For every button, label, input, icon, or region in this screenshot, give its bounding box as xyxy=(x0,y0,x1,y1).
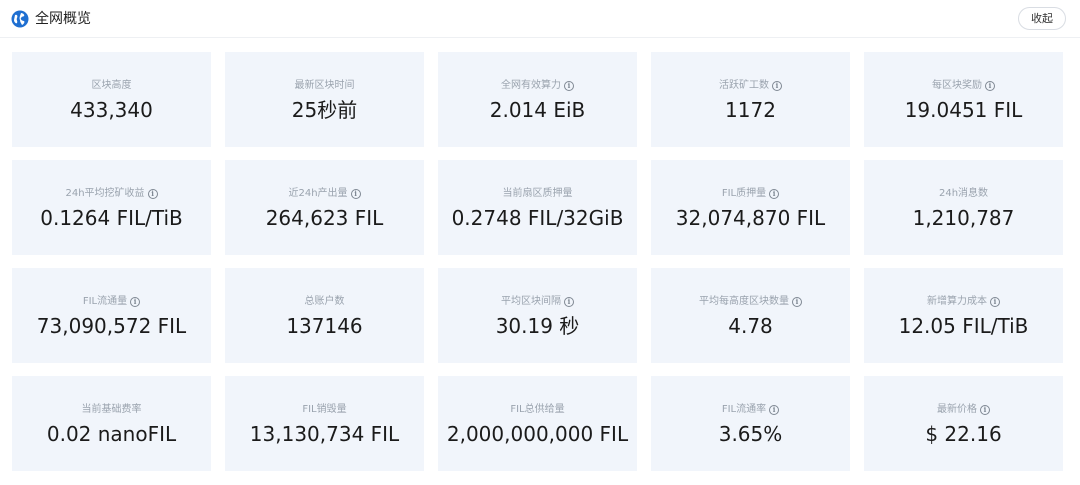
stat-value: 25秒前 xyxy=(291,97,358,122)
stat-label-text: 新增算力成本 xyxy=(927,295,987,307)
stat-card: 24h平均挖矿收益 i 0.1264 FIL/TiB xyxy=(12,160,211,255)
stat-label: 24h平均挖矿收益 i xyxy=(65,187,158,201)
stat-card: 最新区块时间 25秒前 xyxy=(225,52,424,147)
info-icon[interactable]: i xyxy=(130,296,141,307)
stat-label: FIL流通率 i xyxy=(721,403,780,417)
stat-card: 当前扇区质押量 0.2748 FIL/32GiB xyxy=(438,160,637,255)
page-title: 全网概览 xyxy=(35,11,91,27)
stat-label: FIL流通量 i xyxy=(82,295,141,309)
stat-label-text: 最新区块时间 xyxy=(294,79,355,91)
stat-card: 新增算力成本 i 12.05 FIL/TiB xyxy=(864,268,1063,363)
stat-value: 0.02 nanoFIL xyxy=(46,421,177,446)
stat-value: 433,340 xyxy=(70,97,153,122)
stat-label-text: 当前扇区质押量 xyxy=(502,187,573,199)
stat-label: 24h消息数 xyxy=(939,187,988,201)
stat-card: 近24h产出量 i 264,623 FIL xyxy=(225,160,424,255)
stat-label: 当前基础费率 xyxy=(82,403,142,417)
info-icon[interactable]: i xyxy=(769,188,780,199)
stat-label: 平均每高度区块数量 i xyxy=(699,295,802,309)
stat-card: FIL销毁量 13,130,734 FIL xyxy=(225,376,424,471)
stat-card: 平均每高度区块数量 i 4.78 xyxy=(651,268,850,363)
stat-label: 最新区块时间 xyxy=(295,79,355,93)
stat-value: 0.1264 FIL/TiB xyxy=(40,205,183,230)
stat-value: 137146 xyxy=(286,313,363,338)
stat-card: 每区块奖励 i 19.0451 FIL xyxy=(864,52,1063,147)
stat-card: FIL总供给量 2,000,000,000 FIL xyxy=(438,376,637,471)
stat-label: 区块高度 xyxy=(92,79,132,93)
stat-label-text: 最新价格 xyxy=(937,403,977,415)
stat-value: 32,074,870 FIL xyxy=(675,205,826,230)
info-icon[interactable]: i xyxy=(564,80,574,91)
stat-card: 全网有效算力 i 2.014 EiB xyxy=(438,52,637,147)
stat-label: 平均区块间隔 i xyxy=(501,295,574,309)
info-icon[interactable]: i xyxy=(147,188,158,199)
stat-label-text: 近24h产出量 xyxy=(288,187,348,199)
stat-label: 活跃矿工数 i xyxy=(719,79,782,93)
overview-header: 全网概览 收起 xyxy=(0,0,1080,38)
stat-card: 平均区块间隔 i 30.19 秒 xyxy=(438,268,637,363)
stat-label: FIL销毁量 xyxy=(302,403,346,417)
stat-label: 每区块奖励 i xyxy=(932,79,995,93)
stat-label-text: FIL质押量 xyxy=(721,187,767,199)
info-icon[interactable]: i xyxy=(980,404,990,415)
stat-value: 264,623 FIL xyxy=(265,205,384,230)
stat-value: 2,000,000,000 FIL xyxy=(446,421,629,446)
stat-label-text: FIL销毁量 xyxy=(302,403,347,415)
stat-value: 19.0451 FIL xyxy=(904,97,1023,122)
stat-label: FIL总供给量 xyxy=(510,403,564,417)
stat-card: FIL质押量 i 32,074,870 FIL xyxy=(651,160,850,255)
stat-label: 全网有效算力 i xyxy=(501,79,574,93)
stat-label-text: 24h平均挖矿收益 xyxy=(65,187,145,199)
stat-value: $ 22.16 xyxy=(925,421,1002,446)
stat-label-text: FIL流通量 xyxy=(82,295,128,307)
stat-value: 1,210,787 xyxy=(912,205,1015,230)
stat-label-text: 总账户数 xyxy=(304,295,345,307)
info-icon[interactable]: i xyxy=(792,296,802,307)
stat-card: 最新价格 i $ 22.16 xyxy=(864,376,1063,471)
stat-label: 总账户数 xyxy=(305,295,345,309)
stat-label: 最新价格 i xyxy=(937,403,990,417)
stats-grid: 区块高度 433,340 最新区块时间 25秒前 全网有效算力 i 2.014 EiB 活跃矿… xyxy=(12,52,1063,471)
stat-card: 区块高度 433,340 xyxy=(12,52,211,147)
stat-label-text: 全网有效算力 xyxy=(501,79,561,91)
stat-value: 13,130,734 FIL xyxy=(249,421,400,446)
stat-card: 活跃矿工数 i 1172 xyxy=(651,52,850,147)
collapse-button[interactable]: 收起 xyxy=(1018,7,1066,30)
stat-label-text: 24h消息数 xyxy=(938,187,989,199)
stat-value: 4.78 xyxy=(728,313,773,338)
info-icon[interactable]: i xyxy=(564,296,574,307)
stat-value: 2.014 EiB xyxy=(489,97,586,122)
stat-label: 近24h产出量 i xyxy=(288,187,361,201)
stat-value: 1172 xyxy=(725,97,776,122)
stat-label-text: 平均每高度区块数量 xyxy=(699,295,789,307)
stat-label-text: 每区块奖励 xyxy=(932,79,982,91)
stat-label-text: 活跃矿工数 xyxy=(719,79,769,91)
stat-value: 73,090,572 FIL xyxy=(36,313,187,338)
stat-label-text: 区块高度 xyxy=(91,79,132,91)
stat-label-text: 当前基础费率 xyxy=(81,403,142,415)
stat-card: 24h消息数 1,210,787 xyxy=(864,160,1063,255)
globe-icon xyxy=(11,10,29,28)
info-icon[interactable]: i xyxy=(769,404,780,415)
stat-value: 0.2748 FIL/32GiB xyxy=(451,205,624,230)
info-icon[interactable]: i xyxy=(985,80,995,91)
stat-label-text: FIL流通率 xyxy=(721,403,767,415)
stat-card: 总账户数 137146 xyxy=(225,268,424,363)
stat-label: FIL质押量 i xyxy=(721,187,780,201)
stat-value: 3.65% xyxy=(718,421,783,446)
stat-value: 30.19 秒 xyxy=(495,313,580,338)
stat-value: 12.05 FIL/TiB xyxy=(898,313,1029,338)
stat-label-text: FIL总供给量 xyxy=(510,403,565,415)
stat-card: FIL流通量 i 73,090,572 FIL xyxy=(12,268,211,363)
stat-card: FIL流通率 i 3.65% xyxy=(651,376,850,471)
info-icon[interactable]: i xyxy=(350,188,361,199)
stat-card: 当前基础费率 0.02 nanoFIL xyxy=(12,376,211,471)
stat-label: 新增算力成本 i xyxy=(927,295,1000,309)
stat-label: 当前扇区质押量 xyxy=(503,187,573,201)
info-icon[interactable]: i xyxy=(772,80,782,91)
info-icon[interactable]: i xyxy=(990,296,1000,307)
stat-label-text: 平均区块间隔 xyxy=(501,295,561,307)
